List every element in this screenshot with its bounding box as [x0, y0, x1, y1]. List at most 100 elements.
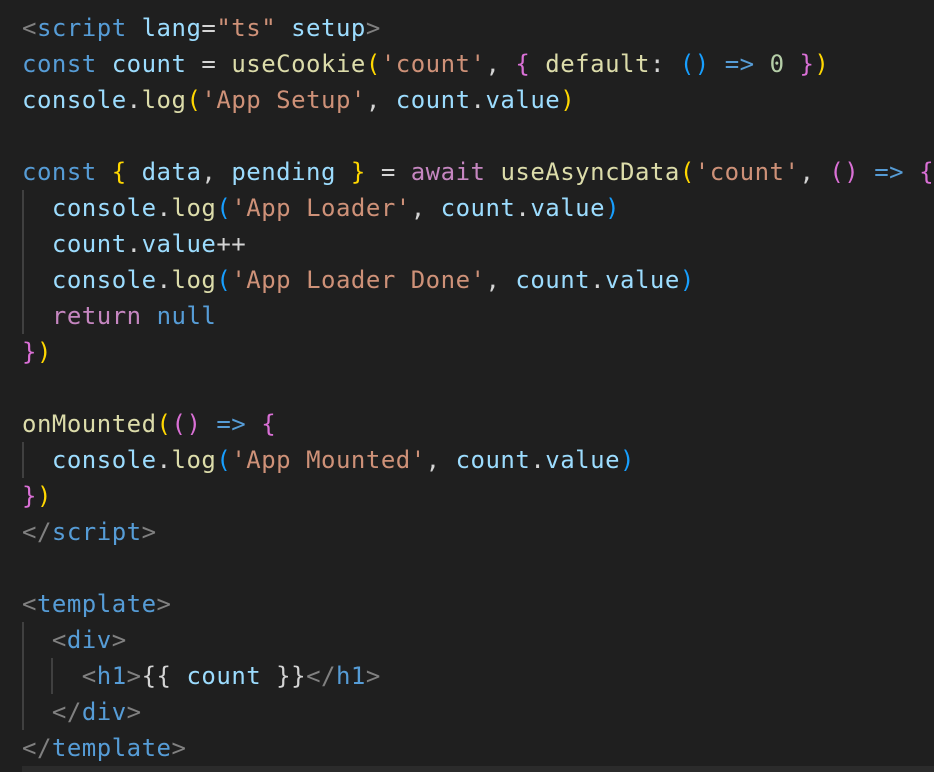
- code-line[interactable]: <script lang="ts" setup>: [22, 10, 934, 46]
- code-token-tagName: div: [81, 698, 127, 726]
- code-token-variable: console: [51, 446, 157, 474]
- code-line[interactable]: console.log('App Mounted', count.value): [22, 442, 934, 478]
- code-token-function: log: [171, 194, 217, 222]
- code-token-tag: >: [111, 626, 127, 654]
- code-token-bracket1: (: [156, 410, 172, 438]
- code-token-string: 'App Setup': [201, 86, 366, 114]
- code-token-plain: ,: [201, 158, 232, 186]
- code-token-plain: .: [126, 230, 142, 258]
- code-token-tagName: h1: [335, 662, 366, 690]
- code-token-tag: <: [22, 590, 37, 618]
- horizontal-scrollbar[interactable]: [22, 766, 934, 772]
- code-token-plain: =: [186, 50, 232, 78]
- code-token-string: 'App Mounted': [231, 446, 426, 474]
- code-line[interactable]: console.log('App Setup', count.value): [22, 82, 934, 118]
- code-token-plain: .: [515, 194, 531, 222]
- code-token-tag: >: [156, 590, 172, 618]
- code-token-bracket1: (: [679, 158, 695, 186]
- code-line[interactable]: <h1>{{ count }}</h1>: [22, 658, 934, 694]
- code-token-variable: count: [186, 662, 262, 690]
- code-line[interactable]: console.log('App Loader', count.value): [22, 190, 934, 226]
- code-line[interactable]: <div>: [22, 622, 934, 658]
- code-token-tag: </: [22, 734, 52, 762]
- code-token-function: onMounted: [22, 410, 157, 438]
- code-token-keyword: const: [22, 158, 97, 186]
- code-token-keyword: =>: [216, 410, 247, 438]
- code-token-variable: count: [111, 50, 187, 78]
- code-token-bracket2: {: [515, 50, 531, 78]
- code-line[interactable]: [22, 550, 934, 586]
- code-line[interactable]: [22, 118, 934, 154]
- code-token-plain: :: [649, 50, 680, 78]
- code-token-variable: console: [51, 266, 157, 294]
- code-line[interactable]: }): [22, 334, 934, 370]
- code-token-plain: .: [470, 86, 486, 114]
- code-token-bracket3: (: [216, 446, 232, 474]
- code-token-function: default: [545, 50, 650, 78]
- code-line[interactable]: return null: [22, 298, 934, 334]
- code-line[interactable]: </div>: [22, 694, 934, 730]
- code-token-bracket1: (: [365, 50, 381, 78]
- code-token-bracket1: ): [36, 482, 52, 510]
- code-token-tagName: script: [36, 14, 127, 42]
- code-line[interactable]: const { data, pending } = await useAsync…: [22, 154, 934, 190]
- code-token-plain: ,: [799, 158, 830, 186]
- code-token-bracket3: (): [679, 50, 710, 78]
- code-token-variable: pending: [231, 158, 336, 186]
- code-line[interactable]: </script>: [22, 514, 934, 550]
- code-token-bracket3: ): [679, 266, 695, 294]
- code-line[interactable]: const count = useCookie('count', { defau…: [22, 46, 934, 82]
- code-token-tag: >: [171, 734, 187, 762]
- code-token-tag: </: [51, 698, 82, 726]
- code-token-plain: .: [530, 446, 546, 474]
- code-token-variable: console: [51, 194, 157, 222]
- code-line[interactable]: count.value++: [22, 226, 934, 262]
- code-token-attr: lang: [141, 14, 202, 42]
- code-editor[interactable]: <script lang="ts" setup> const count = us…: [0, 0, 934, 772]
- code-token-tag: <: [51, 626, 67, 654]
- code-token-bracket3: (: [216, 266, 232, 294]
- code-token-plain: .: [590, 266, 606, 294]
- code-line[interactable]: }): [22, 478, 934, 514]
- code-token-plain: {{: [141, 662, 187, 690]
- code-token-control: await: [410, 158, 486, 186]
- code-token-function: log: [171, 446, 217, 474]
- code-token-variable: value: [605, 266, 680, 294]
- code-token-tag: </: [22, 518, 52, 546]
- code-line[interactable]: console.log('App Loader Done', count.val…: [22, 262, 934, 298]
- code-token-function: log: [171, 266, 217, 294]
- code-token-attr: setup: [291, 14, 366, 42]
- code-token-variable: count: [455, 446, 531, 474]
- code-token-variable: count: [515, 266, 591, 294]
- code-token-bracket2: (): [829, 158, 860, 186]
- code-line[interactable]: <template>: [22, 586, 934, 622]
- code-area[interactable]: <script lang="ts" setup> const count = us…: [22, 10, 934, 766]
- code-token-variable: value: [530, 194, 606, 222]
- code-token-variable: data: [141, 158, 202, 186]
- code-token-bracket1: }: [350, 158, 366, 186]
- code-token-tag: >: [141, 518, 157, 546]
- code-token-plain: }}: [261, 662, 307, 690]
- code-token-plain: ,: [485, 50, 516, 78]
- code-token-keyword: const: [22, 50, 97, 78]
- code-line[interactable]: </template>: [22, 730, 934, 766]
- code-token-bracket1: ): [36, 338, 52, 366]
- code-line[interactable]: onMounted(() => {: [22, 406, 934, 442]
- code-line[interactable]: [22, 370, 934, 406]
- code-token-keyword: =>: [874, 158, 905, 186]
- code-token-function: useCookie: [231, 50, 366, 78]
